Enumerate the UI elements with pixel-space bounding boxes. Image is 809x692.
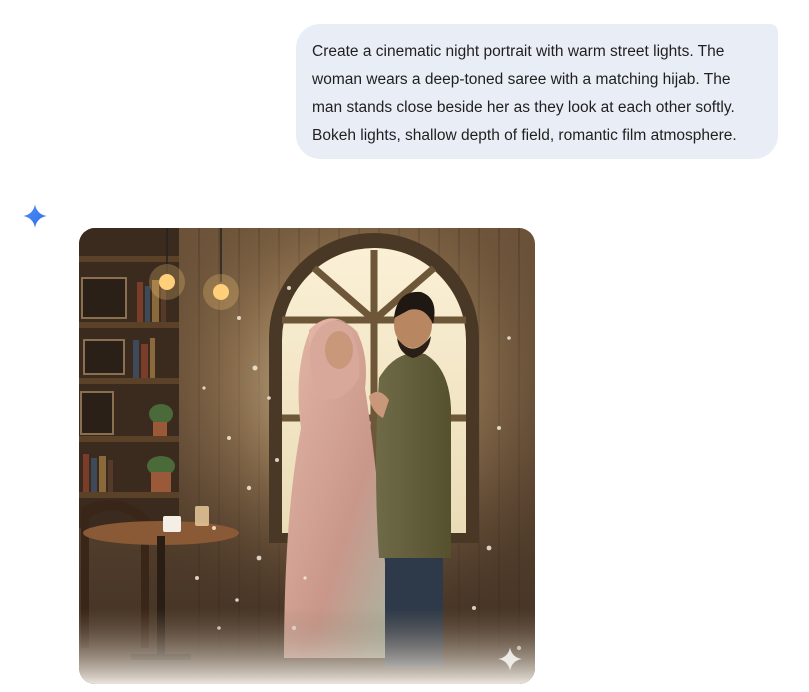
prompt-line-2: woman wears a deep-toned saree with a ma… [312,71,731,88]
sparkle-watermark-icon [498,647,522,671]
gemini-spark-icon [23,204,47,228]
prompt-line-3: man stands close beside her as they look… [312,99,735,116]
prompt-line-4: Bokeh lights, shallow depth of field, ro… [312,127,737,144]
user-prompt-bubble: Create a cinematic night portrait with w… [296,24,778,159]
generated-image-artwork [79,228,535,684]
chat-page: Create a cinematic night portrait with w… [0,0,809,692]
prompt-line-1: Create a cinematic night portrait with w… [312,43,725,60]
generated-image[interactable] [79,228,535,684]
